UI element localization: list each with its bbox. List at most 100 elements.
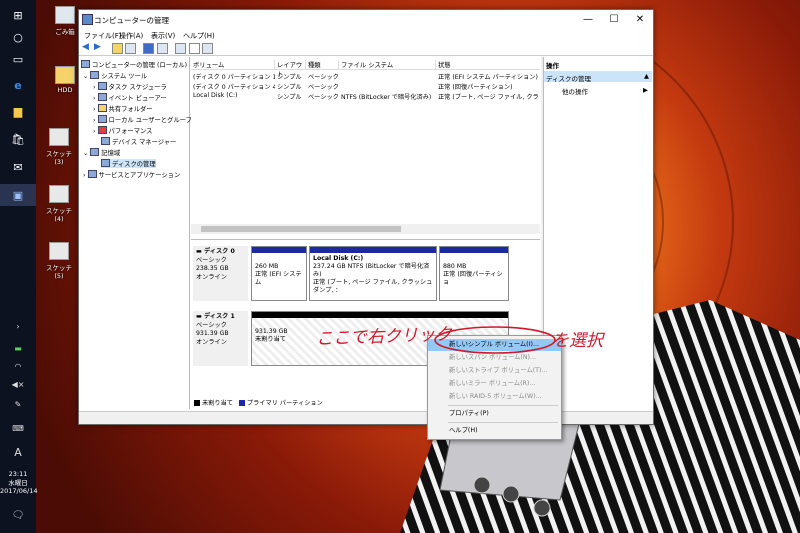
type-cell: ベーシック: [308, 84, 339, 91]
wifi-icon[interactable]: ◠: [0, 362, 36, 371]
store-icon[interactable]: 🛍: [0, 128, 36, 150]
show-hide-tree-icon[interactable]: [125, 43, 136, 54]
menu-separator: [448, 405, 558, 406]
tree-item-storage[interactable]: ⌄ 記憶域: [83, 148, 120, 157]
desktop-icon-sketch-5[interactable]: スケッチ (5): [42, 242, 76, 280]
menu-file[interactable]: ファイル(F): [84, 31, 122, 41]
partition-title: [255, 255, 304, 263]
desktop-icon-sketch-3[interactable]: スケッチ (3): [42, 128, 76, 166]
partition-status: 正常 (回復パーティショ: [443, 271, 503, 286]
volume-muted-icon[interactable]: ◀×: [0, 380, 36, 389]
table-row[interactable]: Local Disk (C:) シンプル ベーシック NTFS (BitLock…: [191, 91, 540, 101]
more-actions-arrow-icon[interactable]: ▶: [643, 86, 648, 94]
table-row[interactable]: (ディスク 0 パーティション 1) シンプル ベーシック 正常 (EFI シス…: [191, 71, 540, 81]
status-bar: [79, 411, 653, 424]
image-file-icon: [49, 128, 69, 146]
check-icon[interactable]: [189, 43, 200, 54]
menu-help[interactable]: ヘルプ(H): [183, 31, 215, 41]
column-header-status[interactable]: 状態: [436, 60, 540, 69]
storage-icon: [90, 148, 100, 156]
back-arrow-icon[interactable]: ◀: [82, 43, 91, 52]
maximize-button[interactable]: ☐: [601, 12, 627, 27]
image-file-icon: [49, 185, 69, 203]
legend-label-unallocated: 未割り当て: [202, 400, 233, 407]
annotation-circle: [434, 326, 556, 354]
view-icon[interactable]: [202, 43, 213, 54]
task-view-icon[interactable]: ▭: [0, 48, 36, 70]
legend-swatch-primary: [238, 400, 245, 406]
help-icon[interactable]: [143, 43, 154, 54]
toolbar: ◀ ▶: [79, 41, 653, 56]
status-cell: 正常 (ブート, ページ ファイル, クラッシュ: [438, 94, 540, 101]
clock-time: 23:11: [8, 470, 28, 478]
edge-icon[interactable]: e: [0, 74, 36, 96]
clock-date: 2017/06/14: [0, 487, 38, 495]
taskbar-clock[interactable]: 23:11 水曜日 2017/06/14: [0, 470, 38, 496]
show-hidden-icons-icon[interactable]: ›: [0, 322, 36, 331]
tree-item-local-users-groups[interactable]: › ローカル ユーザーとグループ: [93, 115, 192, 124]
column-header-layout[interactable]: レイアウト: [275, 60, 306, 78]
partition-recovery[interactable]: 880 MB 正常 (回復パーティショ: [439, 246, 509, 301]
tree-item-shared-folders[interactable]: › 共有フォルダー: [93, 104, 153, 113]
desktop-icon-hdd[interactable]: HDD: [48, 66, 82, 94]
battery-icon[interactable]: ▬: [0, 344, 36, 353]
layout-cell: シンプル: [277, 74, 302, 81]
collapse-up-icon[interactable]: ▲: [644, 72, 649, 80]
disk-1-label[interactable]: ▬ ディスク 1 ベーシック 931.39 GB オンライン: [193, 311, 248, 366]
keyboard-icon[interactable]: ⌨: [0, 424, 36, 433]
partition-efi[interactable]: 260 MB 正常 (EFI システム: [251, 246, 307, 301]
tree-item-disk-management[interactable]: ディスクの管理: [101, 159, 156, 168]
pen-icon[interactable]: ✎: [0, 400, 36, 409]
cortana-icon[interactable]: ○: [0, 26, 36, 48]
partition-bar: [252, 247, 306, 253]
column-header-volume[interactable]: ボリューム: [191, 60, 275, 69]
tree-item-computer-management-local[interactable]: コンピューターの管理 (ローカル): [81, 60, 187, 69]
type-cell: ベーシック: [308, 74, 339, 81]
desktop-icon-recycle-bin[interactable]: ごみ箱: [48, 6, 82, 36]
disk-type: ベーシック: [196, 321, 227, 329]
forward-arrow-icon[interactable]: ▶: [94, 43, 103, 52]
computer-management-icon[interactable]: ▣: [0, 184, 36, 206]
tree-item-device-manager[interactable]: デバイス マネージャー: [101, 137, 176, 146]
column-header-file-system[interactable]: ファイル システム: [339, 60, 436, 69]
table-row[interactable]: (ディスク 0 パーティション 4) シンプル ベーシック 正常 (回復パーティ…: [191, 81, 540, 91]
menu-item-help[interactable]: ヘルプ(H): [428, 425, 561, 437]
menu-item-properties[interactable]: プロパティ(P): [428, 408, 561, 420]
disk-0-label[interactable]: ▬ ディスク 0 ベーシック 238.35 GB オンライン: [193, 246, 248, 301]
action-center-icon[interactable]: 🗨: [0, 510, 36, 521]
tree-item-task-scheduler[interactable]: › タスク スケジューラ: [93, 82, 167, 91]
desktop-icon-label: スケッチ (4): [46, 207, 72, 223]
taskbar: ⊞ ○ ▭ e ▆ 🛍 ✉ ▣ › ▬ ◠ ◀× ✎ ⌨ A 23:11 水曜日…: [0, 0, 38, 533]
windows-icon[interactable]: ⊞: [0, 4, 36, 26]
disk-management-icon: [101, 159, 110, 167]
menu-view[interactable]: 表示(V): [151, 31, 175, 41]
tree-item-performance[interactable]: › パフォーマンス: [93, 126, 152, 135]
type-cell: ベーシック: [308, 94, 339, 101]
horizontal-scrollbar[interactable]: [191, 224, 540, 234]
disk-name: ▬ ディスク 1: [196, 313, 235, 320]
actions-item-more-actions[interactable]: 他の操作: [562, 86, 588, 96]
connect-icon[interactable]: [175, 43, 186, 54]
column-header-type[interactable]: 種類: [306, 60, 339, 69]
annotation-select: を選択: [552, 331, 603, 351]
status-cell: 正常 (回復パーティション): [438, 84, 513, 91]
tree-item-system-tools[interactable]: ⌄ システム ツール: [83, 71, 147, 80]
disk-status: オンライン: [196, 338, 227, 346]
up-folder-icon[interactable]: [112, 43, 123, 54]
desktop-icon-sketch-4[interactable]: スケッチ (4): [42, 185, 76, 223]
mail-icon[interactable]: ✉: [0, 156, 36, 178]
partition-local-disk-c[interactable]: Local Disk (C:) 237.24 GB NTFS (BitLocke…: [309, 246, 437, 301]
volume-list-header: ボリューム レイアウト 種類 ファイル システム 状態: [191, 59, 540, 78]
properties-icon[interactable]: [157, 43, 168, 54]
tree-item-event-viewer[interactable]: › イベント ビューアー: [93, 93, 167, 102]
disk-name: ▬ ディスク 0: [196, 248, 235, 255]
scrollbar-thumb[interactable]: [201, 226, 401, 232]
ime-indicator[interactable]: A: [0, 446, 36, 459]
menu-action[interactable]: 操作(A): [119, 31, 143, 41]
minimize-button[interactable]: —: [575, 12, 601, 27]
tree-item-services-applications[interactable]: › サービスとアプリケーション: [83, 170, 180, 179]
close-button[interactable]: ✕: [627, 12, 653, 27]
title-bar[interactable]: コンピューターの管理 — ☐ ✕: [79, 10, 653, 30]
actions-selected-disk-management[interactable]: ディスクの管理 ▲: [544, 71, 652, 83]
explorer-icon[interactable]: ▆: [0, 100, 36, 122]
